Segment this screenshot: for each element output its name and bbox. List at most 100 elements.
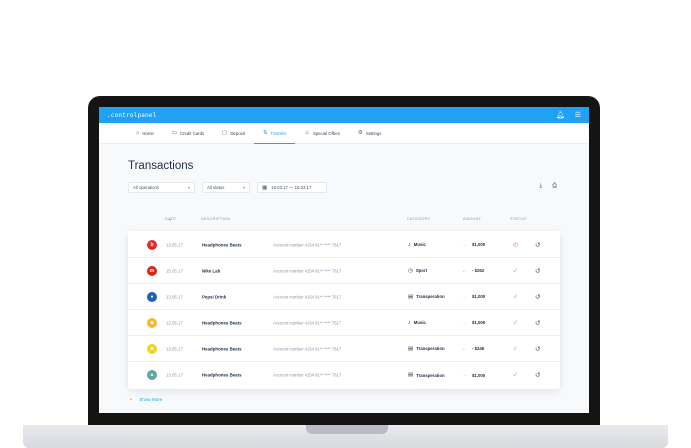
- row-account: Account number 4154 81** **** 7617: [273, 320, 342, 325]
- row-description: Pepsi Drink: [202, 294, 227, 299]
- row-category-label: Transperation: [416, 346, 445, 351]
- row-account: Account number 4154 81** **** 7617: [273, 242, 342, 247]
- table-header: DATE ▾ DESCRIPTION CATEGORY AMOUNT STATU…: [128, 217, 560, 225]
- repeat-icon[interactable]: ↺: [535, 371, 540, 379]
- nav-item-transfer[interactable]: ⇅ Transfer: [253, 123, 296, 144]
- bus-icon: ▤: [408, 372, 414, 378]
- main-nav: ⌂ Home ▭ Credit Cards ▢ Deposit ⇅ Transfer ☺ Spec…: [99, 123, 589, 144]
- repeat-icon[interactable]: ↺: [535, 345, 540, 353]
- print-icon[interactable]: ⎙: [552, 183, 557, 190]
- row-category: ▤ Transperation: [408, 346, 445, 352]
- bell-icon[interactable]: 🔔︎: [556, 112, 565, 119]
- row-category-label: Sport: [415, 268, 428, 273]
- repeat-icon[interactable]: ↺: [535, 241, 540, 249]
- brand-logo[interactable]: .controlpanel: [107, 112, 157, 119]
- row-category: ◷ Sport: [408, 268, 427, 274]
- row-description: Headphones Beats: [202, 320, 242, 325]
- row-date: 13.05.17: [166, 294, 183, 299]
- table-row[interactable]: ● 13.05.17 Pepsi Drink Account number 4154 …: [128, 284, 560, 310]
- repeat-icon[interactable]: ↺: [535, 267, 540, 275]
- sport-icon: ◷: [408, 267, 413, 274]
- status-select-value: All status: [207, 185, 225, 190]
- repeat-icon[interactable]: ↺: [535, 293, 540, 301]
- row-amount-value: $1,000: [472, 320, 486, 325]
- pepsi-logo: ●: [147, 291, 157, 302]
- operations-select[interactable]: All operations ▾: [128, 182, 195, 193]
- table-row[interactable]: ▲ 13.05.17 Headphones Beats Account number …: [128, 362, 560, 388]
- arrow-in-icon: →: [462, 241, 467, 248]
- nav-item-special-offers[interactable]: ☺ Special Offers: [295, 123, 349, 143]
- check-icon: ✓: [513, 372, 519, 379]
- nav-item-credit-cards[interactable]: ▭ Credit Cards: [163, 123, 213, 143]
- row-amount-value: $1,000: [472, 294, 486, 299]
- row-description: Headphones Beats: [202, 242, 242, 247]
- music-icon: ♪: [408, 241, 411, 248]
- row-account: Account number 4154 81** **** 7617: [273, 372, 342, 378]
- chevron-down-icon: ▾: [242, 185, 245, 190]
- bus-icon: ▤: [408, 345, 414, 352]
- arrow-in-icon: →: [462, 319, 467, 326]
- row-category: ♪ Music: [408, 242, 426, 248]
- sketch-logo: ◆: [147, 317, 157, 328]
- credit-card-icon: ▭: [171, 130, 177, 136]
- row-description: Headphones Beats: [202, 346, 242, 351]
- nav-item-home[interactable]: ⌂ Home: [127, 123, 163, 143]
- row-category-label: Music: [413, 242, 426, 247]
- nav-item-label: Deposit: [230, 130, 245, 136]
- pepsi-logo-glyph: ●: [150, 293, 154, 300]
- date-range-value: 10.03.17 — 16.03.17: [271, 185, 312, 190]
- row-amount: → $1,000: [462, 372, 485, 378]
- row-account: Account number 4154 81** **** 7617: [273, 268, 342, 273]
- nav-item-deposit[interactable]: ▢ Deposit: [213, 123, 254, 143]
- table-row[interactable]: ◆ 13.05.17 Headphones Beats Account number …: [128, 310, 560, 336]
- table-row[interactable]: b 13.05.17 Headphones Beats Account number …: [128, 232, 560, 258]
- row-date: 13.05.17: [166, 346, 183, 351]
- app-screen: .controlpanel 🔔︎ ☰ ⌂ Home ▭ Credit Cards ▢ De…: [99, 107, 589, 413]
- nav-item-label: Settings: [365, 130, 382, 136]
- show-more-label: Show More: [139, 396, 163, 402]
- date-range-picker[interactable]: ▦ 10.03.17 — 16.03.17: [257, 182, 327, 193]
- nav-item-settings[interactable]: ⚙ Settings: [349, 123, 390, 143]
- check-icon: ✓: [513, 294, 519, 300]
- header-description: DESCRIPTION: [201, 217, 231, 221]
- repeat-icon[interactable]: ↺: [535, 319, 540, 327]
- header-status: STATUS: [510, 217, 527, 221]
- header-amount: AMOUNT: [463, 217, 482, 221]
- nav-item-label: Home: [142, 130, 154, 136]
- download-icon[interactable]: ⤓: [540, 183, 543, 190]
- laptop-mockup: .controlpanel 🔔︎ ☰ ⌂ Home ▭ Credit Cards ▢ De…: [0, 0, 691, 448]
- table-row[interactable]: m 15.05.17 Nike Lab Account number 4154 81*…: [128, 258, 560, 284]
- row-amount: → $1,000: [462, 242, 485, 248]
- nike-lab-logo: m: [147, 265, 157, 276]
- row-amount: → $1,000: [462, 294, 485, 300]
- row-account: Account number 4154 81** **** 7617: [273, 346, 342, 351]
- row-account: Account number 4154 81** **** 7617: [273, 294, 342, 299]
- row-amount-value: - $246: [472, 346, 485, 351]
- row-amount: ← - $262: [462, 268, 484, 274]
- status-select[interactable]: All status ▾: [202, 182, 250, 193]
- table-row[interactable]: ☻ 13.05.17 Headphones Beats Account number …: [128, 336, 560, 362]
- row-category: ▤ Transperation: [408, 372, 445, 378]
- show-more-button[interactable]: ⌄ Show More: [129, 396, 162, 402]
- landscape-logo-glyph: ▲: [149, 372, 155, 378]
- smiley-icon: ☺: [304, 130, 310, 136]
- row-date: 13.05.17: [166, 372, 183, 378]
- row-description: Nike Lab: [202, 268, 221, 273]
- row-date: 13.05.17: [166, 242, 183, 247]
- transactions-table: b 13.05.17 Headphones Beats Account number …: [128, 231, 560, 389]
- transfer-icon: ⇅: [262, 130, 268, 136]
- smiley-logo: ☻: [147, 343, 157, 354]
- row-category: ▤ Transperation: [408, 294, 445, 300]
- chevron-down-icon: ⌄: [129, 396, 134, 402]
- row-date: 13.05.17: [166, 320, 183, 325]
- header-date-label: DATE: [165, 217, 177, 221]
- menu-icon[interactable]: ☰: [575, 112, 581, 119]
- bus-icon: ▤: [408, 293, 414, 300]
- header-date[interactable]: DATE ▾: [165, 217, 176, 222]
- nike-lab-logo-glyph: m: [149, 267, 155, 274]
- check-icon: ✓: [513, 320, 519, 326]
- row-category-label: Transperation: [416, 372, 445, 378]
- top-bar-actions: 🔔︎ ☰: [556, 112, 581, 119]
- music-icon: ♪: [408, 319, 411, 326]
- row-category: ♪ Music: [408, 320, 426, 326]
